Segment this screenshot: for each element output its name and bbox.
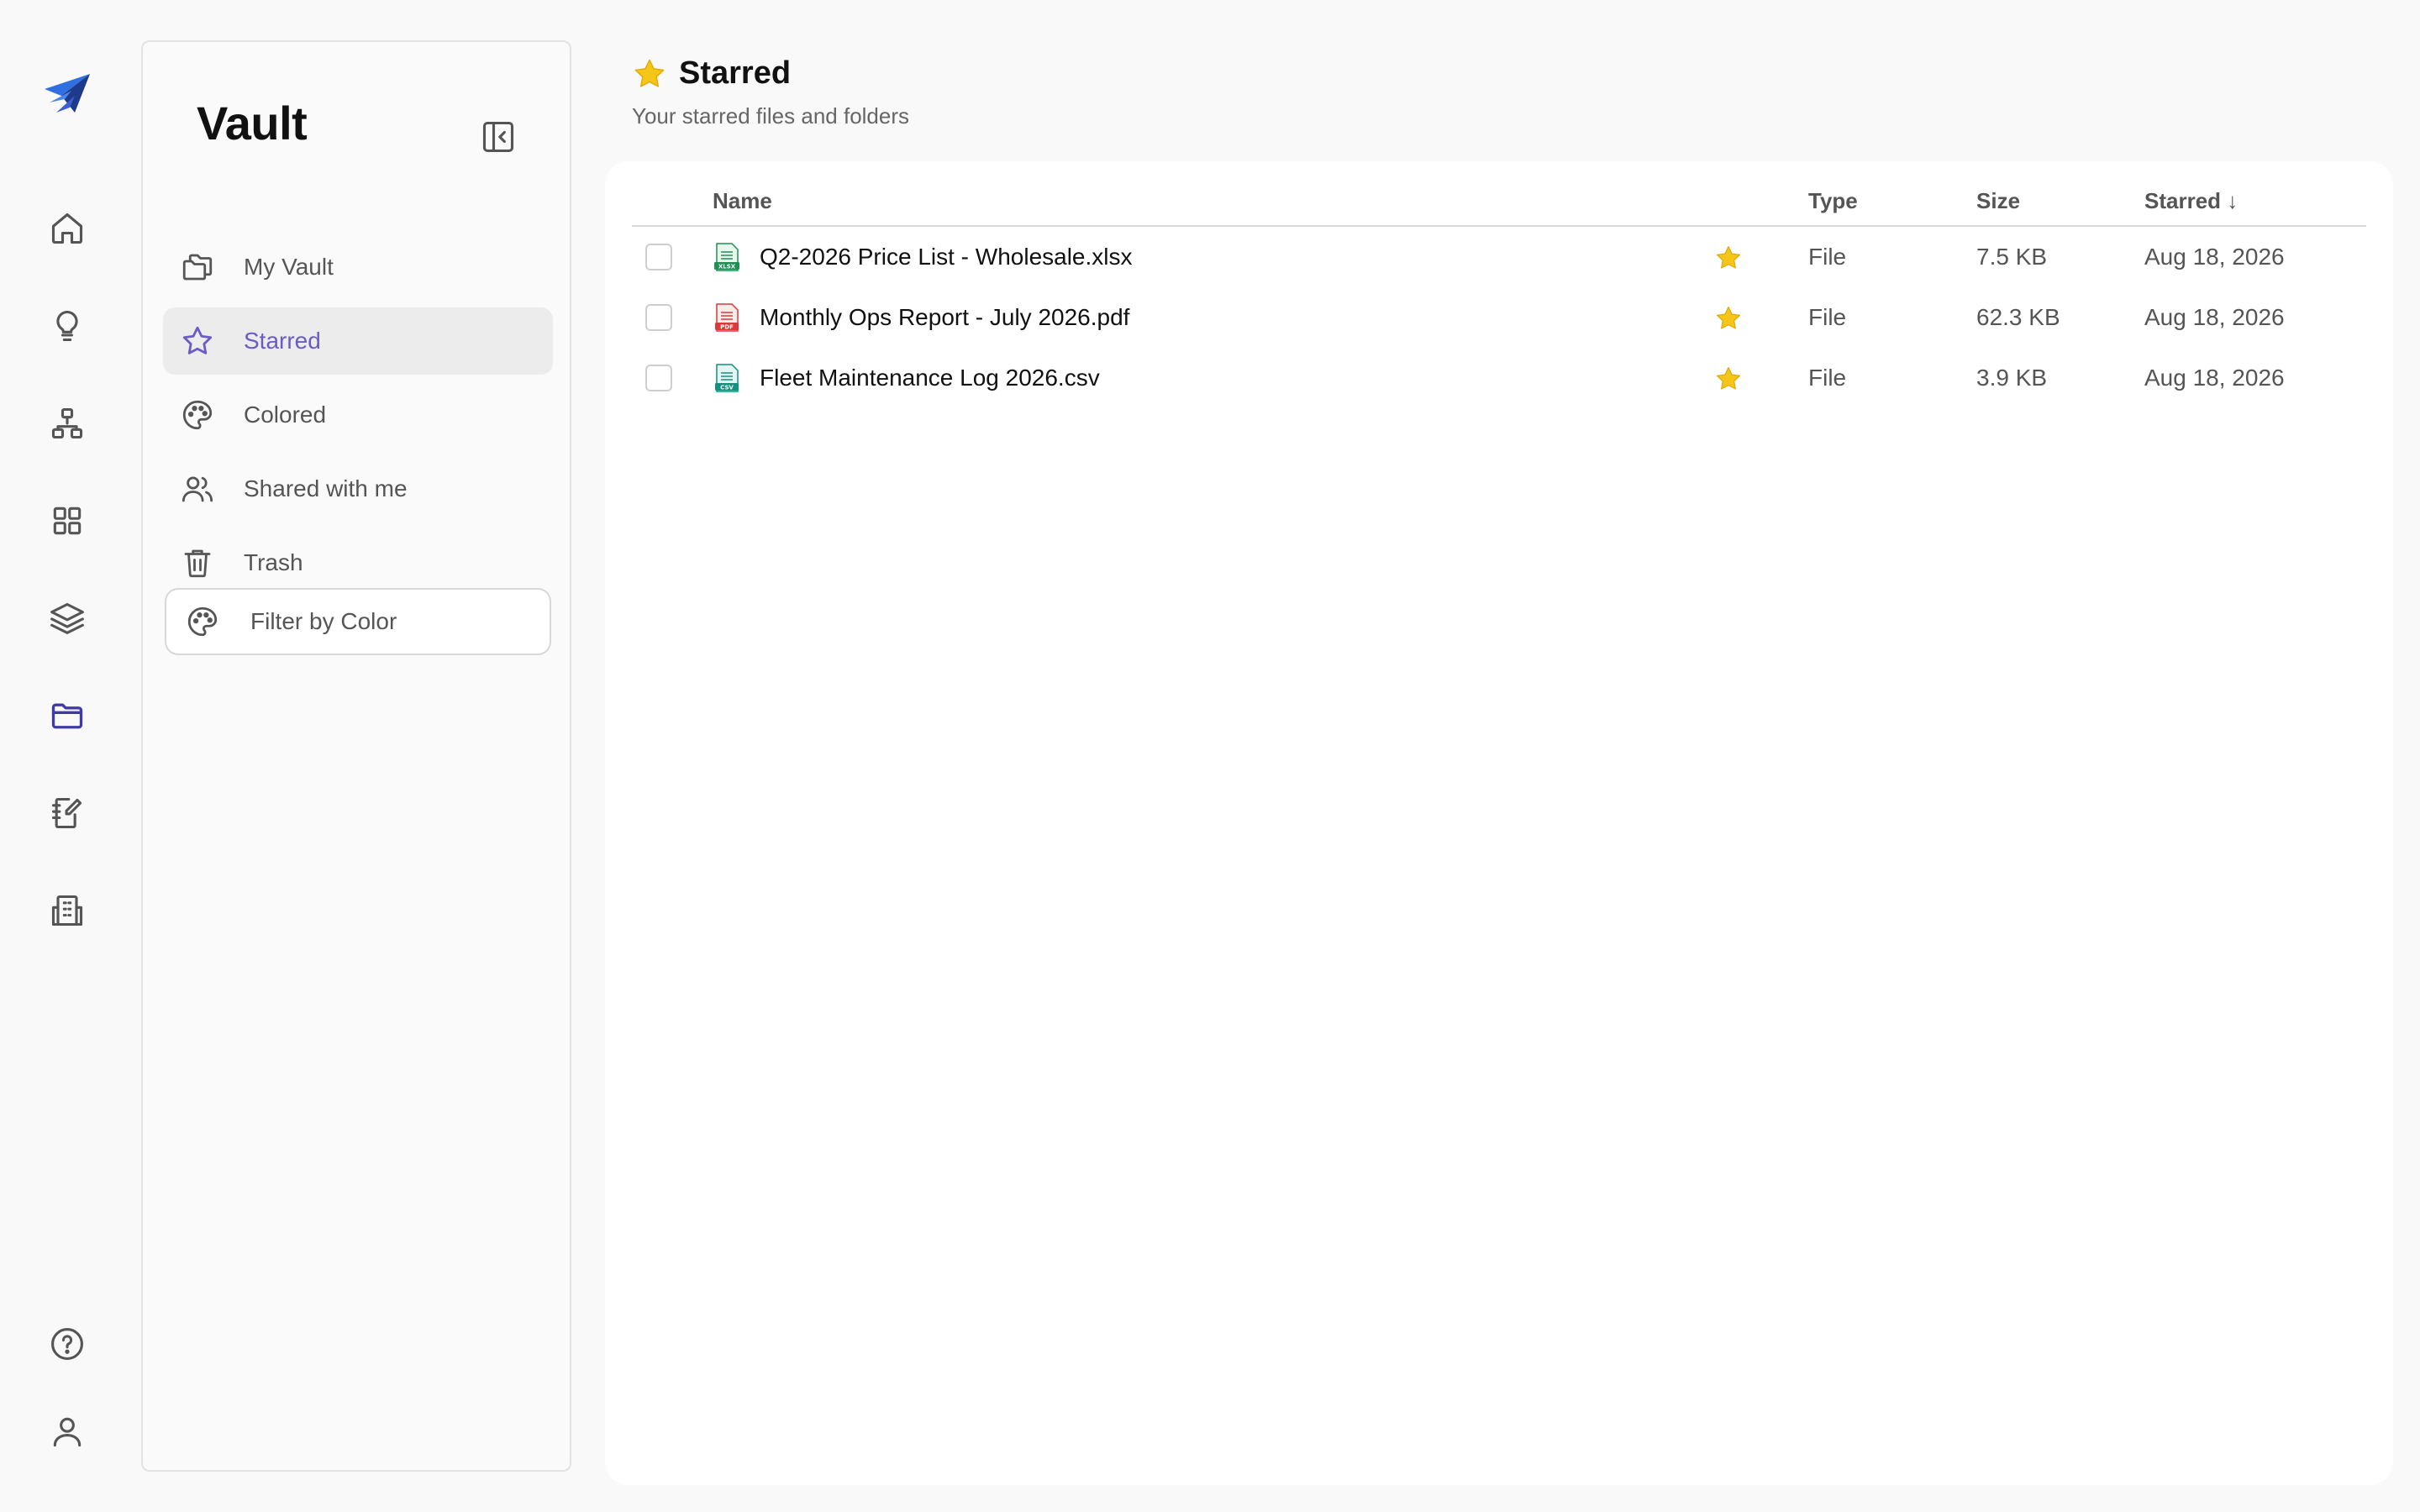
file-name[interactable]: Fleet Maintenance Log 2026.csv (760, 365, 1100, 391)
star-filled-icon[interactable] (1714, 304, 1743, 333)
star-filled-icon[interactable] (1714, 365, 1743, 393)
row-checkbox[interactable] (645, 304, 672, 331)
logo-icon[interactable] (34, 60, 101, 128)
vault-title: Vault (197, 97, 308, 150)
svg-text:XLSX: XLSX (718, 264, 736, 270)
column-header-starred[interactable]: Starred ↓ (2144, 188, 2238, 214)
table-row[interactable]: CSV Fleet Maintenance Log 2026.csv File … (632, 348, 2366, 408)
users-icon (182, 476, 213, 502)
sitemap-icon[interactable] (34, 390, 101, 457)
vault-sidebar: Vault My Vault Starred Colored Shared wi… (141, 40, 571, 1472)
layers-icon[interactable] (34, 585, 101, 652)
trash-icon (184, 549, 211, 578)
nav-item-label: Starred (244, 328, 321, 354)
cell-size: 62.3 KB (1976, 304, 2060, 330)
xlsx-file-icon: XLSX (714, 243, 739, 271)
column-header-type[interactable]: Type (1808, 188, 1858, 214)
page-header: Starred Your starred files and folders (632, 55, 909, 129)
nav-item-colored[interactable]: Colored (163, 381, 553, 449)
user-icon[interactable] (34, 1398, 101, 1465)
nav-item-my-vault[interactable]: My Vault (163, 234, 553, 301)
svg-text:CSV: CSV (720, 385, 734, 391)
palette-icon (182, 400, 213, 430)
page-title: Starred (679, 55, 792, 91)
nav-item-trash[interactable]: Trash (163, 529, 553, 596)
star-outline-icon (182, 326, 213, 354)
nav-item-starred[interactable]: Starred (163, 307, 553, 375)
vault-nav: My Vault Starred Colored Shared with me … (163, 234, 553, 603)
cell-type: File (1808, 304, 1847, 330)
home-icon[interactable] (34, 195, 101, 262)
files-card: Name Type Size Starred ↓ XLSX Q2-2026 Pr… (605, 161, 2393, 1485)
nav-item-label: Colored (244, 402, 327, 428)
cell-size: 7.5 KB (1976, 244, 2048, 270)
lightbulb-icon[interactable] (34, 292, 101, 360)
column-header-size[interactable]: Size (1976, 188, 2020, 214)
help-icon[interactable] (34, 1310, 101, 1378)
cell-type: File (1808, 244, 1847, 270)
cell-size: 3.9 KB (1976, 365, 2048, 391)
file-name[interactable]: Monthly Ops Report - July 2026.pdf (760, 304, 1129, 331)
icon-rail (0, 0, 134, 1512)
files-table: Name Type Size Starred ↓ XLSX Q2-2026 Pr… (632, 181, 2366, 408)
nav-item-shared[interactable]: Shared with me (163, 455, 553, 522)
table-row[interactable]: XLSX Q2-2026 Price List - Wholesale.xlsx… (632, 227, 2366, 287)
column-header-name[interactable]: Name (713, 188, 772, 214)
page-subtitle: Your starred files and folders (632, 103, 910, 129)
table-row[interactable]: PDF Monthly Ops Report - July 2026.pdf F… (632, 287, 2366, 348)
app: Vault My Vault Starred Colored Shared wi… (0, 0, 2420, 1512)
star-filled-icon[interactable] (1714, 244, 1743, 272)
nav-item-label: Shared with me (244, 475, 408, 501)
grid-icon[interactable] (34, 487, 101, 554)
palette-icon (187, 606, 218, 637)
filter-by-color-button[interactable]: Filter by Color (165, 588, 551, 655)
notebook-edit-icon[interactable] (34, 780, 101, 847)
cell-type: File (1808, 365, 1847, 391)
file-name[interactable]: Q2-2026 Price List - Wholesale.xlsx (760, 244, 1133, 270)
cell-starred-date: Aug 18, 2026 (2144, 365, 2285, 391)
cell-starred-date: Aug 18, 2026 (2144, 244, 2285, 270)
nav-item-label: My Vault (244, 254, 334, 280)
csv-file-icon: CSV (715, 364, 739, 392)
filter-by-color-label: Filter by Color (250, 608, 397, 634)
collapse-sidebar-button[interactable] (469, 108, 528, 166)
star-filled-icon (634, 59, 665, 87)
cell-starred-date: Aug 18, 2026 (2144, 304, 2285, 330)
table-header: Name Type Size Starred ↓ (632, 181, 2366, 227)
building-icon[interactable] (34, 877, 101, 944)
svg-text:PDF: PDF (720, 324, 734, 331)
row-checkbox[interactable] (645, 244, 672, 270)
row-checkbox[interactable] (645, 365, 672, 391)
folder-icon[interactable] (34, 682, 101, 749)
nav-item-label: Trash (244, 549, 303, 575)
folders-icon (182, 254, 213, 281)
sidebar-collapse-icon (482, 121, 514, 153)
pdf-file-icon: PDF (715, 303, 739, 332)
